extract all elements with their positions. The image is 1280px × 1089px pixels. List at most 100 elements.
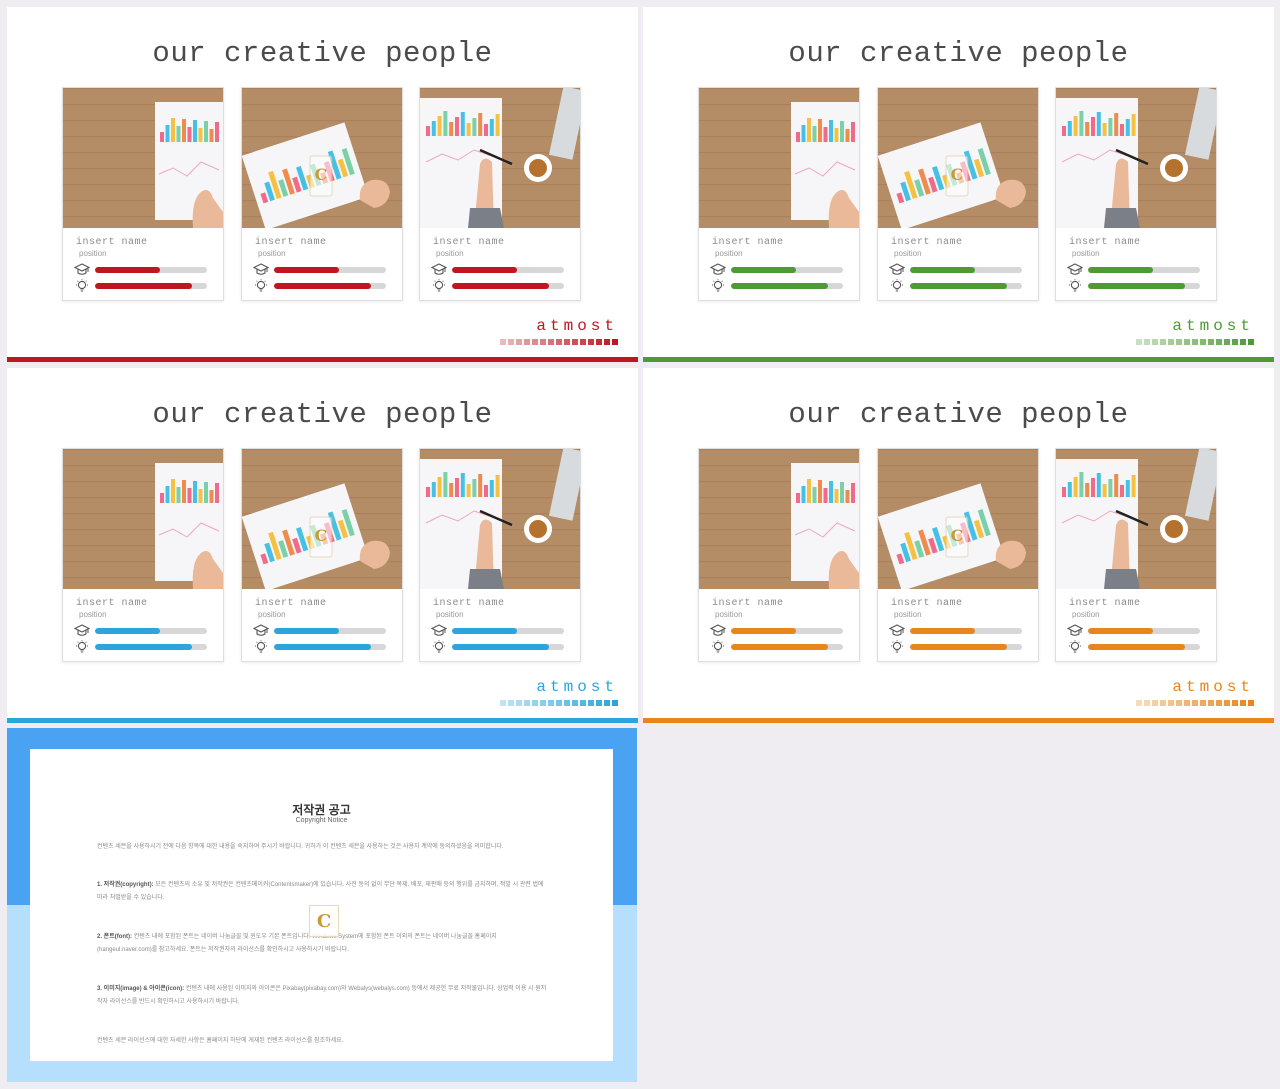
- slide-title: our creative people: [152, 398, 493, 431]
- ideas-skill: [74, 279, 209, 293]
- education-skill: [709, 624, 845, 638]
- slide-red: our creative people insert name position C…: [7, 7, 638, 362]
- member-name: insert name: [433, 237, 505, 248]
- education-skill: [252, 263, 388, 277]
- member-name: insert name: [891, 237, 963, 248]
- ideas-bar: [731, 644, 843, 650]
- education-skill: [1066, 263, 1202, 277]
- brand-squares: [1136, 700, 1254, 707]
- member-photo: [63, 88, 223, 228]
- graduation-cap-icon: [430, 263, 448, 277]
- member-position: position: [436, 249, 464, 258]
- ideas-bar: [274, 644, 386, 650]
- member-card: insert name position: [62, 448, 224, 662]
- member-card: insert name position: [698, 448, 860, 662]
- member-name: insert name: [712, 598, 784, 609]
- member-position: position: [436, 610, 464, 619]
- member-name: insert name: [255, 237, 327, 248]
- member-name: insert name: [255, 598, 327, 609]
- member-card: insert name position: [698, 87, 860, 301]
- graduation-cap-icon: [888, 624, 906, 638]
- member-name: insert name: [76, 598, 148, 609]
- ideas-skill: [1067, 279, 1202, 293]
- member-position: position: [715, 249, 743, 258]
- education-bar: [1088, 267, 1200, 273]
- ideas-bar: [1088, 644, 1200, 650]
- ideas-skill: [253, 640, 388, 654]
- lightbulb-icon: [253, 279, 269, 293]
- member-position: position: [258, 610, 286, 619]
- education-bar: [731, 267, 843, 273]
- education-bar: [452, 628, 564, 634]
- graduation-cap-icon: [73, 624, 91, 638]
- member-card: insert name position: [1055, 87, 1217, 301]
- education-skill: [73, 263, 209, 277]
- slide-blue: our creative people insert name position C…: [7, 368, 638, 723]
- ideas-skill: [253, 279, 388, 293]
- lightbulb-icon: [431, 640, 447, 654]
- education-bar: [731, 628, 843, 634]
- member-photo: [1056, 88, 1216, 228]
- slide-green: our creative people insert name position C…: [643, 7, 1274, 362]
- member-card: insert name position: [62, 87, 224, 301]
- ideas-bar: [95, 283, 207, 289]
- graduation-cap-icon: [1066, 624, 1084, 638]
- ideas-bar: [95, 644, 207, 650]
- education-skill: [430, 263, 566, 277]
- member-position: position: [1072, 610, 1100, 619]
- copyright-intro: 컨텐츠 세븐을 사용하시기 전에 다음 항목에 대한 내용을 숙지하여 주시기 …: [97, 844, 504, 850]
- member-position: position: [894, 610, 922, 619]
- member-card: insert name position: [419, 87, 581, 301]
- brand-squares: [500, 700, 618, 707]
- ideas-skill: [431, 640, 566, 654]
- lightbulb-icon: [889, 279, 905, 293]
- member-name: insert name: [1069, 237, 1141, 248]
- member-photo: [699, 88, 859, 228]
- member-card: Cinsert name position: [877, 448, 1039, 662]
- member-card: insert name position: [1055, 448, 1217, 662]
- slide-title: our creative people: [152, 37, 493, 70]
- education-bar: [1088, 628, 1200, 634]
- svg-text:C: C: [315, 165, 328, 184]
- slide-title: our creative people: [788, 398, 1129, 431]
- ideas-bar: [274, 283, 386, 289]
- member-card: Cinsert name position: [877, 87, 1039, 301]
- education-skill: [430, 624, 566, 638]
- member-photo: [420, 449, 580, 589]
- lightbulb-icon: [1067, 279, 1083, 293]
- member-position: position: [79, 249, 107, 258]
- education-skill: [73, 624, 209, 638]
- svg-text:C: C: [315, 526, 328, 545]
- ideas-skill: [710, 279, 845, 293]
- brand-squares: [500, 339, 618, 346]
- member-name: insert name: [433, 598, 505, 609]
- copyright-subtitle: Copyright Notice: [295, 817, 348, 824]
- ideas-skill: [74, 640, 209, 654]
- slide-orange: our creative people insert name position C…: [643, 368, 1274, 723]
- member-position: position: [258, 249, 286, 258]
- graduation-cap-icon: [888, 263, 906, 277]
- education-bar: [95, 267, 207, 273]
- brand-squares: [1136, 339, 1254, 346]
- ideas-bar: [910, 644, 1022, 650]
- accent-bar: [643, 718, 1274, 723]
- brand-logo: atmost: [536, 678, 618, 696]
- education-skill: [888, 263, 1024, 277]
- education-bar: [274, 267, 386, 273]
- ideas-bar: [1088, 283, 1200, 289]
- education-bar: [910, 628, 1022, 634]
- brand-logo: atmost: [1172, 678, 1254, 696]
- copyright-title: 저작권 공고: [292, 803, 351, 817]
- contents-logo: C: [309, 905, 339, 937]
- copyright-slide: 저작권 공고 Copyright Notice 컨텐츠 세븐을 사용하시기 전에…: [7, 728, 637, 1082]
- svg-text:C: C: [951, 165, 964, 184]
- lightbulb-icon: [1067, 640, 1083, 654]
- ideas-skill: [431, 279, 566, 293]
- section-text: 모든 컨텐츠의 소유 및 저작권은 컨텐츠메이커(Contentsmaker)에…: [97, 882, 544, 901]
- slide-title: our creative people: [788, 37, 1129, 70]
- graduation-cap-icon: [709, 263, 727, 277]
- lightbulb-icon: [710, 279, 726, 293]
- education-skill: [888, 624, 1024, 638]
- section-head: 2. 폰트(font):: [97, 934, 134, 940]
- ideas-skill: [710, 640, 845, 654]
